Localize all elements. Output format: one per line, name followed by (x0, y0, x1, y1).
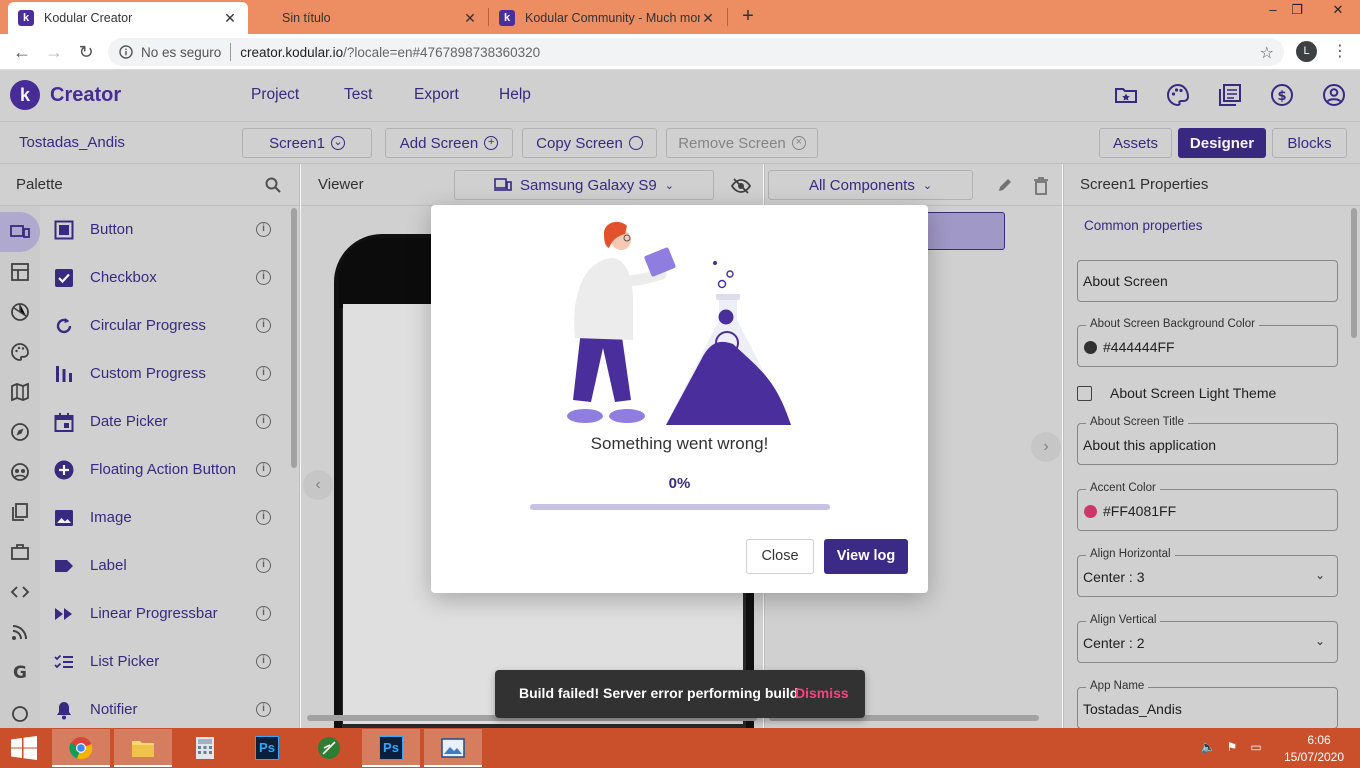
forward-arrow-icon[interactable]: → (44, 42, 64, 62)
new-tab-plus-icon[interactable]: + (737, 6, 759, 28)
security-label: No es seguro (141, 44, 222, 60)
taskbar-calculator[interactable] (176, 729, 234, 767)
bookmark-star-icon[interactable]: ☆ (1260, 43, 1274, 63)
progress-percent: 0% (668, 475, 691, 492)
tab-kodular-community[interactable]: k Kodular Community - Much mor ✕ (490, 2, 724, 34)
back-arrow-icon[interactable]: ← (12, 42, 32, 62)
tab-sin-titulo[interactable]: Sin título ✕ (260, 2, 488, 34)
close-button[interactable]: Close (746, 539, 814, 574)
tab-separator (727, 8, 728, 26)
browser-menu-icon[interactable]: ⋮ (1332, 41, 1348, 61)
close-tab-icon[interactable]: ✕ (700, 10, 716, 27)
tab-separator (488, 8, 489, 26)
dismiss-button[interactable]: Dismiss (795, 685, 849, 701)
url-host: creator.kodular.io (240, 44, 344, 60)
close-tab-icon[interactable]: ✕ (222, 10, 238, 27)
snackbar-message: Build failed! Server error performing bu… (519, 685, 799, 701)
kodular-favicon-icon: k (18, 10, 34, 26)
kodular-favicon-icon: k (499, 10, 515, 26)
omnibox-divider (230, 43, 232, 61)
taskbar-photoshop-active[interactable]: Ps (362, 729, 420, 767)
info-circle-icon[interactable] (119, 45, 133, 59)
network-icon[interactable]: ▭ (1248, 740, 1264, 756)
tab-title: Kodular Creator (44, 11, 133, 25)
windows-taskbar: Ps Ps 🔈 ⚑ ▭ 6:06 15/07/2020 (0, 728, 1360, 768)
profile-avatar[interactable]: L (1296, 41, 1317, 62)
omnibox[interactable]: No es seguro creator.kodular.io/?locale=… (108, 38, 1284, 66)
close-window-icon[interactable]: ✕ (1316, 0, 1360, 22)
restore-window-icon[interactable]: ❐ (1280, 0, 1314, 22)
flag-icon[interactable]: ⚑ (1224, 740, 1240, 756)
error-message: Something went wrong! (590, 434, 769, 453)
volume-icon[interactable]: 🔈 (1200, 740, 1216, 756)
tab-kodular-creator[interactable]: k Kodular Creator ✕ (8, 2, 248, 34)
taskbar-chrome[interactable] (52, 729, 110, 767)
taskbar-file-explorer[interactable] (114, 729, 172, 767)
calculator-icon (196, 737, 214, 759)
build-error-dialog: Something went wrong! 0% Close View log (431, 205, 928, 593)
taskbar-photoshop[interactable]: Ps (238, 729, 296, 767)
clock-time[interactable]: 6:06 (1294, 733, 1344, 747)
feather-app-icon (318, 737, 340, 759)
build-failed-snackbar: Build failed! Server error performing bu… (495, 670, 865, 718)
scientist-flask-illustration (567, 221, 791, 425)
photoshop-icon: Ps (255, 736, 279, 760)
browser-address-bar: ← → ↻ No es seguro creator.kodular.io/?l… (0, 34, 1360, 70)
view-log-button[interactable]: View log (824, 539, 908, 574)
close-tab-icon[interactable]: ✕ (462, 10, 478, 27)
tab-title: Kodular Community - Much mor (525, 11, 700, 25)
windows-start-icon[interactable] (10, 736, 38, 760)
build-progress-bar (530, 504, 830, 510)
clock-date[interactable]: 15/07/2020 (1279, 750, 1349, 764)
photos-icon (441, 738, 465, 758)
url-path: /?locale=en#4767898738360320 (343, 44, 541, 60)
photoshop-icon: Ps (379, 736, 403, 760)
tab-title: Sin título (282, 11, 331, 25)
taskbar-photos[interactable] (424, 729, 482, 767)
taskbar-app-green[interactable] (300, 729, 358, 767)
chrome-icon (69, 737, 93, 760)
folder-icon (132, 741, 154, 757)
reload-icon[interactable]: ↻ (76, 42, 96, 62)
browser-tab-strip: k Kodular Creator ✕ Sin título ✕ k Kodul… (0, 0, 1360, 34)
